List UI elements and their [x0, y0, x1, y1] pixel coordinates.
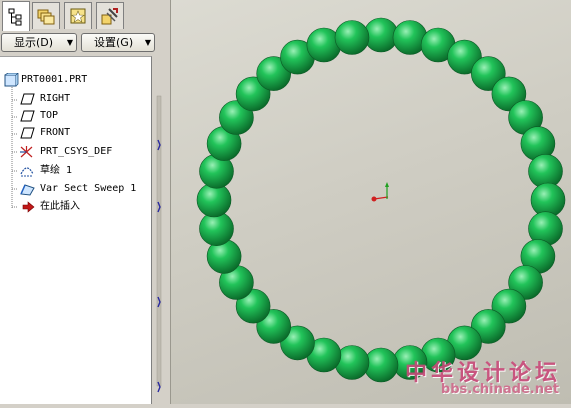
sketch-icon [20, 167, 34, 177]
navigator-panel: 显示(D) ▼ 设置(G) ▼ PRT0001.PRT RIGHT TOP FR… [0, 0, 170, 404]
chevron-down-icon: ▼ [144, 38, 151, 47]
datum-plane-icon [20, 110, 35, 122]
model-tree-icon [8, 8, 22, 25]
tree-item-front[interactable]: FRONT [0, 125, 150, 141]
tree-root-item[interactable]: PRT0001.PRT [0, 72, 150, 88]
tree-item-label: FRONT [40, 127, 71, 138]
watermark: 中华设计论坛 bbs.chinade.net [254, 355, 567, 403]
csys-origin [371, 196, 377, 202]
tree-item-label: Var Sect Sweep 1 [40, 183, 137, 194]
splitter-grip [156, 95, 162, 393]
tree-item-label: 在此插入 [40, 201, 80, 212]
tree-item-label: RIGHT [40, 93, 71, 104]
chevron-down-icon: ▼ [66, 38, 73, 47]
var-sect-sweep-icon [20, 184, 35, 196]
graphics-viewport[interactable] [170, 0, 571, 404]
bead-ring [196, 17, 566, 383]
tree-item-insert-here[interactable]: 在此插入 [0, 199, 150, 215]
show-dropdown-button[interactable]: 显示(D) ▼ [1, 33, 77, 52]
tree-item-top[interactable]: TOP [0, 108, 150, 124]
show-dropdown-label: 显示(D) [14, 36, 54, 49]
model-tree: PRT0001.PRT RIGHT TOP FRONT PRT_CSYS_DEF… [0, 56, 152, 404]
watermark-url: bbs.chinade.net [440, 382, 559, 397]
part-icon [4, 73, 19, 87]
default-csys-marker [371, 182, 389, 202]
tree-item-var-sect-sweep[interactable]: Var Sect Sweep 1 [0, 181, 150, 197]
navigator-toolbar: 显示(D) ▼ 设置(G) ▼ [0, 31, 170, 55]
panel-splitter[interactable] [152, 56, 170, 404]
tab-folder-browser[interactable] [32, 2, 60, 29]
datum-plane-icon [20, 93, 35, 105]
datum-plane-icon [20, 127, 35, 139]
settings-dropdown-label: 设置(G) [94, 36, 134, 49]
tree-item-label: TOP [40, 110, 59, 121]
tree-item-sketch[interactable]: 草绘 1 [0, 163, 150, 179]
tab-connections[interactable] [96, 2, 124, 29]
settings-dropdown-button[interactable]: 设置(G) ▼ [81, 33, 155, 52]
favorites-icon [70, 8, 86, 24]
tree-item-label: PRT0001.PRT [21, 74, 88, 85]
tree-item-right[interactable]: RIGHT [0, 91, 150, 107]
connections-icon [101, 8, 118, 25]
tab-model-tree[interactable] [2, 1, 30, 31]
tree-item-label: PRT_CSYS_DEF [40, 146, 113, 157]
tab-favorites[interactable] [64, 2, 92, 29]
tree-item-label: 草绘 1 [40, 165, 73, 176]
insert-here-arrow-icon [22, 201, 35, 213]
model-graphics [196, 17, 566, 383]
folder-browser-icon [37, 9, 55, 25]
tree-item-csys[interactable]: PRT_CSYS_DEF [0, 144, 150, 160]
coordinate-system-icon [20, 146, 33, 158]
csys-y-arrow [385, 182, 389, 187]
navigator-tabs [0, 0, 170, 31]
bead[interactable] [334, 20, 370, 55]
